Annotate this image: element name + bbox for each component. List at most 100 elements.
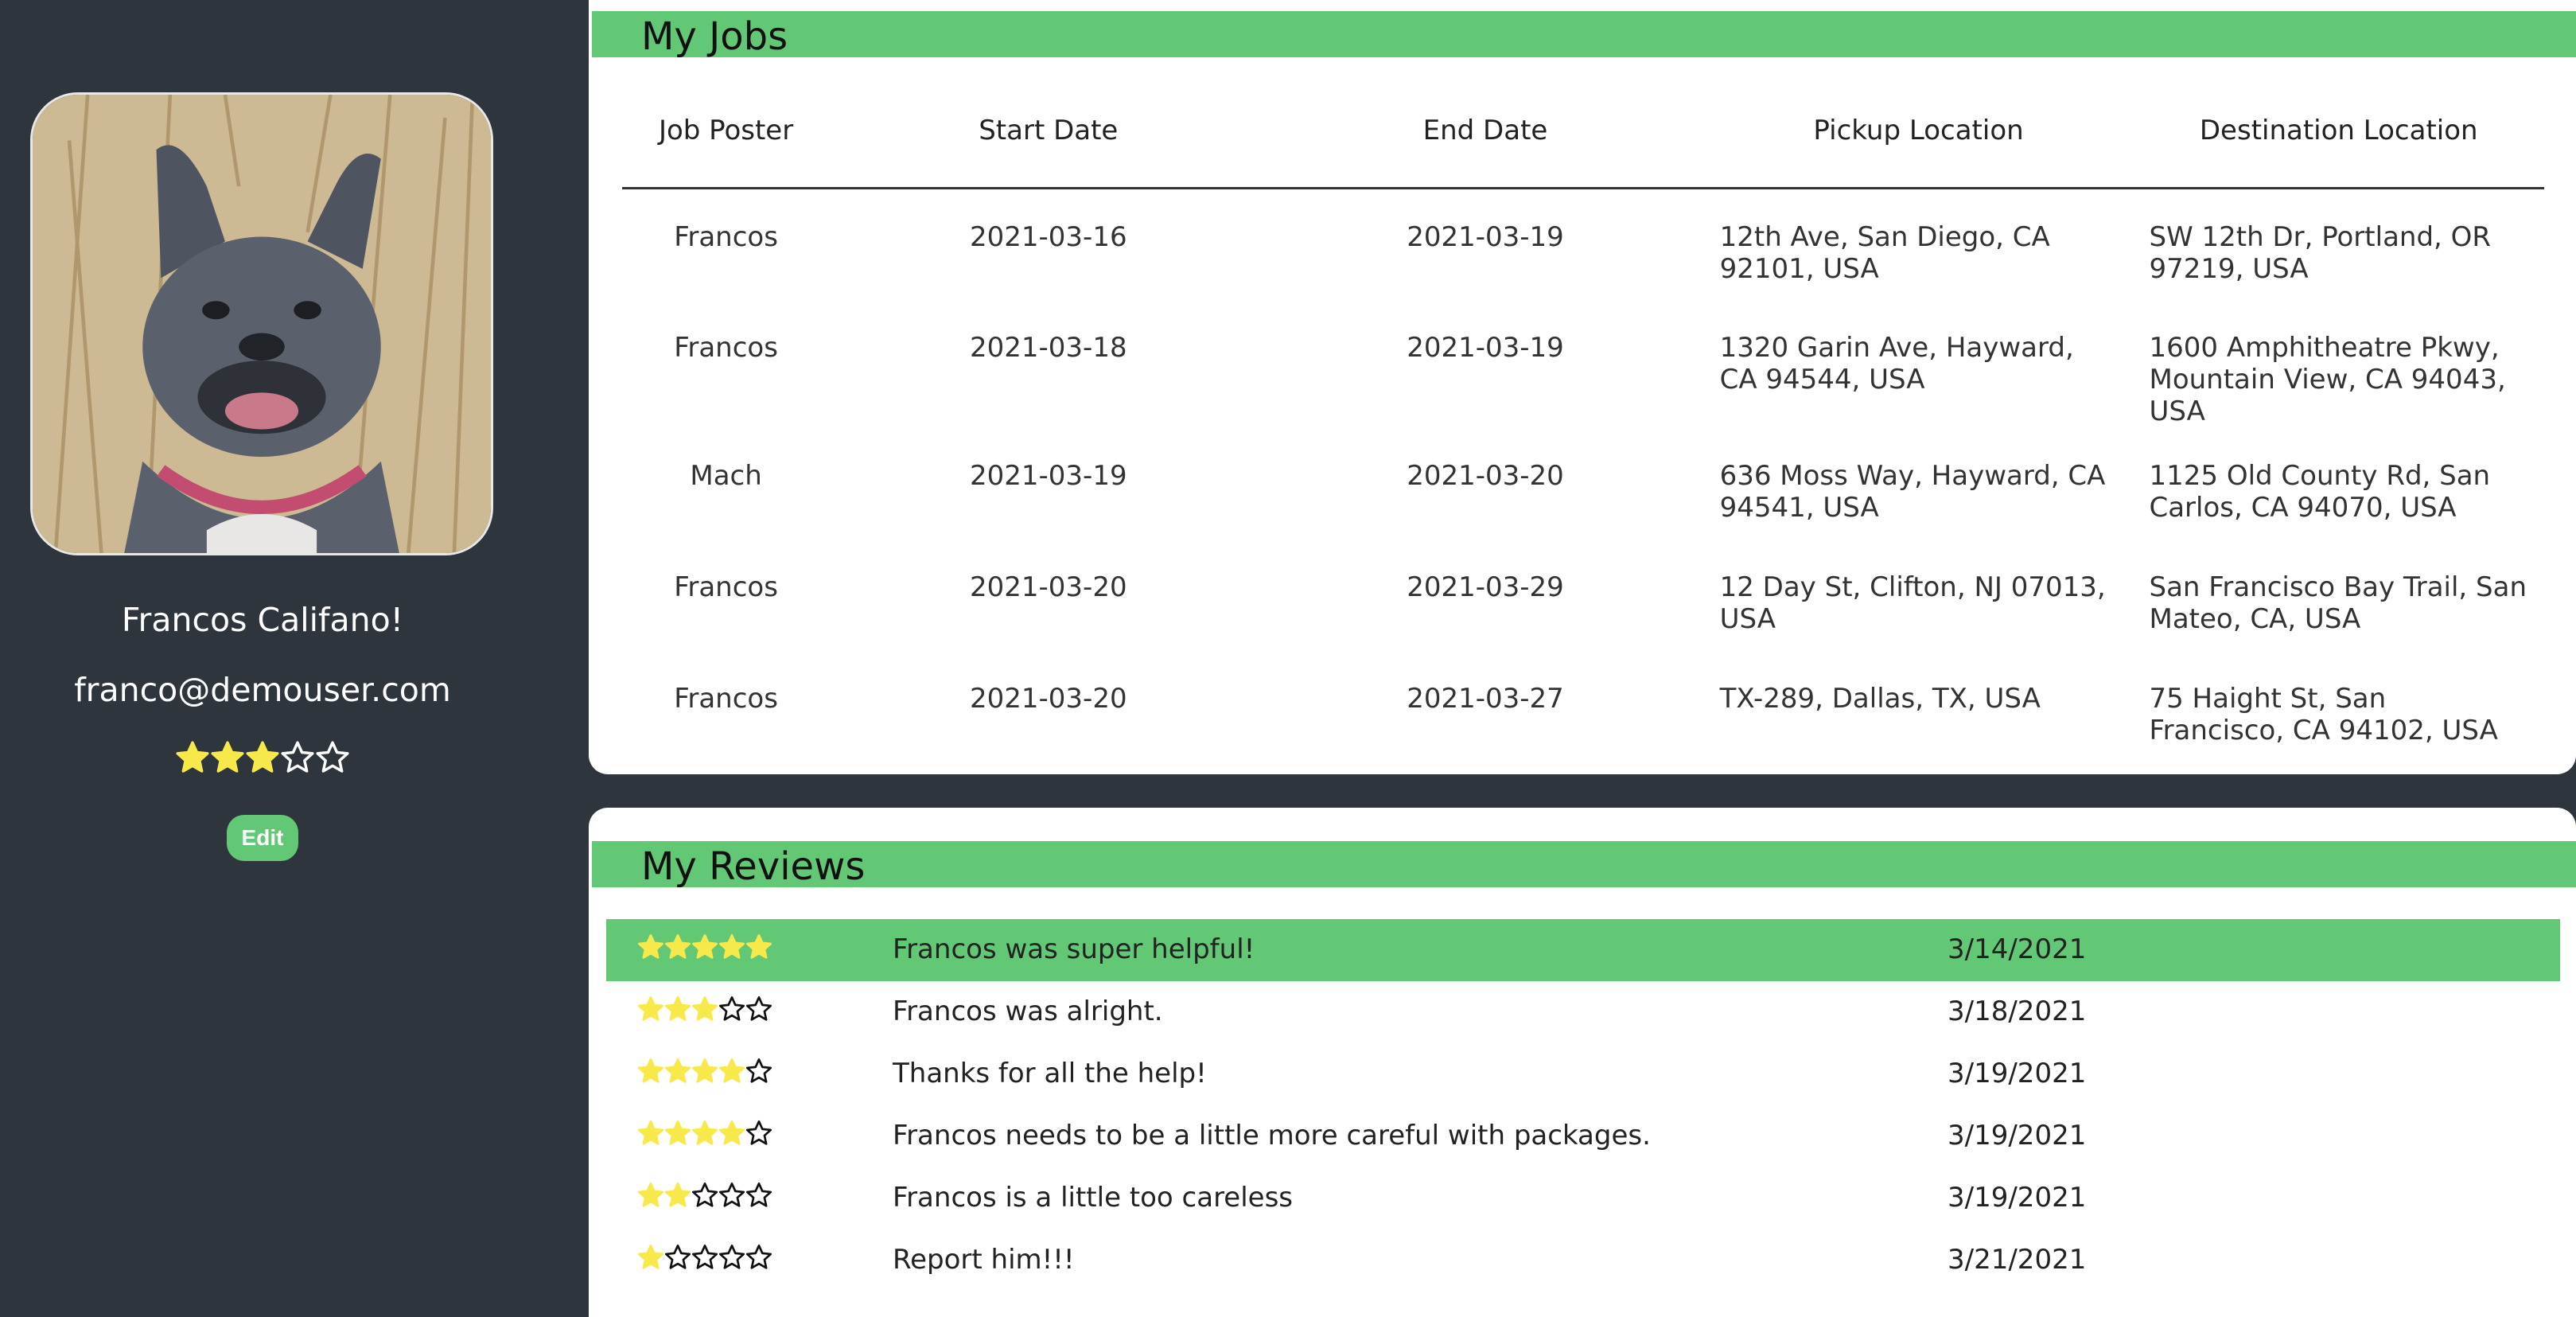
table-row[interactable]: Mach 2021-03-19 2021-03-20 636 Moss Way,… [622,428,2544,540]
review-row[interactable]: Report him!!! 3/21/2021 [606,1229,2560,1292]
reviews-list: Francos was super helpful! 3/14/2021 Franc… [606,919,2560,1292]
jobs-table: Job Poster Start Date End Date Pickup Lo… [622,100,2544,762]
avatar [30,92,493,555]
star-filled-icon [691,933,718,959]
star-empty-icon [718,1244,745,1269]
job-end-date: 2021-03-19 [1407,221,1564,253]
review-rating [636,933,772,968]
column-header-start-date: Start Date [830,100,1267,189]
review-rating [636,995,772,1031]
column-header-destination-location: Destination Location [2133,100,2544,189]
job-poster: Francos [674,571,778,603]
star-filled-icon [637,1058,664,1083]
table-row[interactable]: Francos 2021-03-18 2021-03-19 1320 Garin… [622,300,2544,428]
job-start-date: 2021-03-16 [969,221,1127,253]
job-destination-location: 75 Haight St, San Francisco, CA 94102, U… [2149,682,2498,746]
french-bulldog-photo-icon [33,95,491,553]
reviews-title: My Reviews [641,844,866,889]
job-poster: Francos [674,331,778,364]
job-end-date: 2021-03-19 [1407,331,1564,364]
star-empty-icon [745,1120,772,1145]
star-filled-icon [691,1120,718,1145]
jobs-panel: My Jobs Job Poster Start Date End Date P… [589,0,2576,774]
job-end-date: 2021-03-20 [1407,459,1564,492]
job-poster: Mach [690,459,762,492]
review-row[interactable]: Francos was super helpful! 3/14/2021 [606,919,2560,981]
star-filled-icon [718,1120,745,1145]
star-empty-icon [316,741,349,773]
edit-profile-button[interactable]: Edit [227,815,298,861]
job-pickup-location: 12 Day St, Clifton, NJ 07013, USA [1719,571,2106,635]
job-destination-location: San Francisco Bay Trail, San Mateo, CA, … [2149,571,2527,635]
job-start-date: 2021-03-18 [969,331,1127,364]
review-row[interactable]: Francos needs to be a little more carefu… [606,1105,2560,1167]
review-date: 3/18/2021 [1948,996,2087,1027]
star-filled-icon [718,1058,745,1083]
profile-name: Francos Califano! [121,601,404,639]
job-destination-location: 1125 Old County Rd, San Carlos, CA 94070… [2149,459,2491,524]
column-header-end-date: End Date [1267,100,1704,189]
job-poster: Francos [674,682,778,715]
star-filled-icon [637,1120,664,1145]
star-filled-icon [718,933,745,959]
star-filled-icon [637,996,664,1021]
column-header-pickup-location: Pickup Location [1703,100,2134,189]
star-empty-icon [691,1182,718,1207]
star-filled-icon [176,741,209,773]
review-rating [636,1057,772,1093]
profile-rating [0,739,525,779]
reviews-panel: My Reviews Francos was super helpful! 3/1… [589,808,2576,1317]
star-filled-icon [691,1058,718,1083]
star-filled-icon [664,1058,691,1083]
review-text: Report him!!! [893,1244,1075,1276]
job-destination-location: SW 12th Dr, Portland, OR 97219, USA [2149,221,2492,285]
review-rating [636,1119,772,1155]
star-filled-icon [637,933,664,959]
star-empty-icon [718,1182,745,1207]
review-text: Francos was alright. [893,996,1163,1027]
review-rating [636,1181,772,1217]
star-empty-icon [718,996,745,1021]
star-filled-icon [637,1244,664,1269]
star-empty-icon [691,1244,718,1269]
review-text: Francos was super helpful! [893,933,1255,965]
job-end-date: 2021-03-29 [1407,571,1564,603]
star-empty-icon [745,1244,772,1269]
job-pickup-location: TX-289, Dallas, TX, USA [1719,682,2041,715]
star-empty-icon [664,1244,691,1269]
review-date: 3/19/2021 [1948,1120,2087,1151]
job-pickup-location: 636 Moss Way, Hayward, CA 94541, USA [1719,459,2106,524]
star-filled-icon [664,996,691,1021]
star-filled-icon [664,933,691,959]
job-end-date: 2021-03-27 [1407,682,1564,715]
star-empty-icon [745,1058,772,1083]
table-row[interactable]: Francos 2021-03-20 2021-03-29 12 Day St,… [622,540,2544,651]
star-filled-icon [664,1182,691,1207]
job-poster: Francos [674,221,778,253]
review-date: 3/14/2021 [1948,933,2087,965]
job-start-date: 2021-03-20 [969,682,1127,715]
jobs-title: My Jobs [641,14,788,59]
review-row[interactable]: Thanks for all the help! 3/19/2021 [606,1043,2560,1105]
review-date: 3/21/2021 [1948,1244,2087,1276]
review-rating [636,1243,772,1279]
job-pickup-location: 12th Ave, San Diego, CA 92101, USA [1719,221,2050,285]
review-text: Francos is a little too careless [893,1182,1294,1214]
jobs-table-header-row: Job Poster Start Date End Date Pickup Lo… [622,100,2544,189]
star-filled-icon [637,1182,664,1207]
review-row[interactable]: Francos is a little too careless 3/19/202… [606,1167,2560,1229]
review-row[interactable]: Francos was alright. 3/18/2021 [606,981,2560,1043]
job-start-date: 2021-03-19 [969,459,1127,492]
review-text: Francos needs to be a little more carefu… [893,1120,1651,1151]
star-empty-icon [281,741,314,773]
table-row[interactable]: Francos 2021-03-20 2021-03-27 TX-289, Da… [622,651,2544,762]
star-filled-icon [691,996,718,1021]
review-date: 3/19/2021 [1948,1058,2087,1089]
table-row[interactable]: Francos 2021-03-16 2021-03-19 12th Ave, … [622,189,2544,300]
review-text: Thanks for all the help! [893,1058,1207,1089]
star-empty-icon [745,1182,772,1207]
star-filled-icon [246,741,279,773]
job-pickup-location: 1320 Garin Ave, Hayward, CA 94544, USA [1719,331,2074,395]
profile-email: franco@demouser.com [74,671,451,709]
reviews-header: My Reviews [592,841,2576,887]
